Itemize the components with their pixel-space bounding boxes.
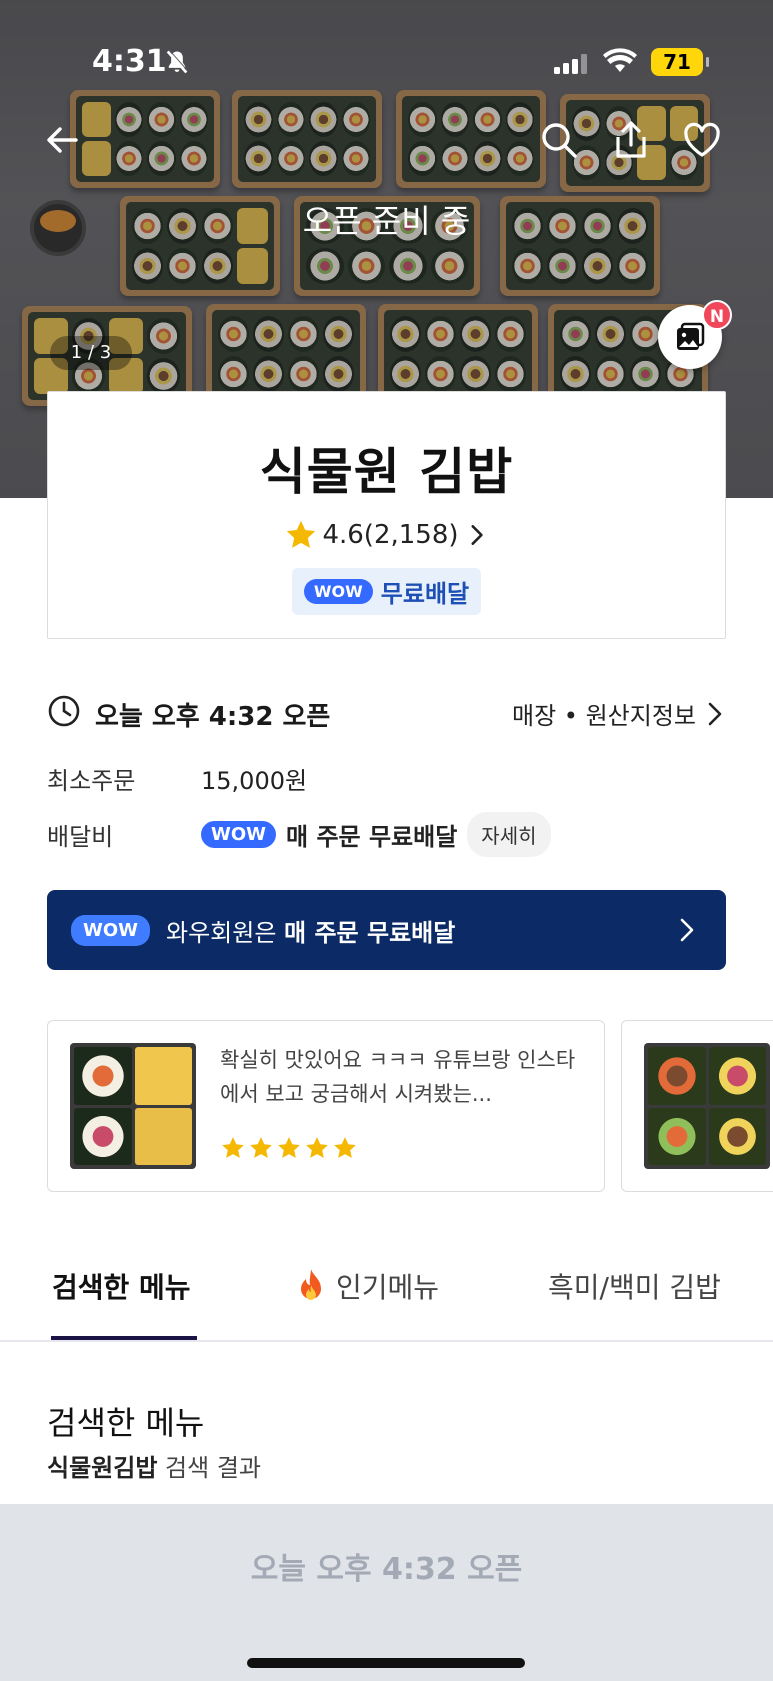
wow-membership-banner[interactable]: WOW 와우회원은 매 주문 무료배달 [47,890,726,970]
search-keyword: 식물원김밥 [47,1454,158,1482]
wow-pill: WOW [201,820,277,848]
star-icon [306,1137,328,1158]
review-photo [70,1043,196,1169]
open-time-text: 오늘 오후 4:32 오픈 [95,702,331,732]
delivery-fee-row: 배달비 WOW 매 주문 무료배달 자세히 [47,811,726,857]
min-order-row: 최소주문 15,000원 [47,758,726,798]
review-photo [644,1043,770,1169]
heart-icon[interactable] [680,118,724,162]
star-icon [222,1137,244,1158]
tab-popular-label: 인기메뉴 [336,1271,440,1304]
photo-gallery-icon [677,322,705,350]
tab-searched-menu[interactable]: 검색한 메뉴 [52,1266,191,1306]
wow-pill: WOW [71,914,151,946]
wow-pill: WOW [303,579,373,604]
chevron-right-icon [470,525,483,545]
fire-icon [301,1269,321,1300]
free-delivery-text: 무료배달 [380,580,470,608]
status-bar: 4:31 71 [0,40,773,84]
tab-popular-menu[interactable]: 인기메뉴 [294,1266,439,1306]
bottom-order-bar: 오늘 오후 4:32 오픈 [0,1504,773,1681]
share-icon[interactable] [609,118,653,162]
active-tab-indicator [51,1336,197,1340]
cellular-signal-icon [554,54,587,74]
new-badge: N [702,300,732,330]
chevron-right-icon [708,702,722,725]
star-icon [278,1137,300,1158]
star-icon [334,1137,356,1158]
top-navigation [0,118,773,168]
min-order-label: 최소주문 [47,766,136,795]
wow-banner-bold-text: 매 주문 무료배달 [284,918,456,947]
clock-icon [48,695,80,727]
store-origin-info-link[interactable]: 매장 • 원산지정보 [512,696,726,731]
search-result-caption: 식물원김밥 검색 결과 [47,1448,261,1483]
home-indicator [247,1658,525,1668]
min-order-value: 15,000원 [201,766,308,795]
star-icon [287,520,316,548]
review-card[interactable]: 확실히 맛있어요 ㅋㅋㅋ 유튜브랑 인스타에서 보고 궁금해서 시켜봤는... [47,1020,605,1192]
status-time: 4:31 [92,44,167,79]
wow-free-delivery-badge: WOW 무료배달 [291,568,482,615]
delivery-fee-detail-button[interactable]: 자세히 [467,811,551,857]
search-result-suffix: 검색 결과 [157,1454,261,1482]
rating-link[interactable]: 4.6(2,158) [48,518,725,552]
open-time-row: 오늘 오후 4:32 오픈 매장 • 원산지정보 [47,692,726,732]
bottom-open-time-button: 오늘 오후 4:32 오픈 [250,1552,523,1587]
store-origin-info-label: 매장 • 원산지정보 [512,702,696,730]
opening-status-text: 오픈 준비 중 [302,202,471,240]
delivery-fee-value: 매 주문 무료배달 [286,822,458,851]
image-counter: 1 / 3 [50,336,132,370]
chevron-right-icon [680,918,694,942]
review-stars [220,1135,358,1161]
store-name: 식물원 김밥 [259,443,514,501]
review-card[interactable] [621,1020,773,1192]
delivery-fee-label: 배달비 [47,822,114,851]
review-text: 확실히 맛있어요 ㅋㅋㅋ 유튜브랑 인스타에서 보고 궁금해서 시켜봤는... [220,1048,576,1106]
section-title: 검색한 메뉴 [47,1404,205,1442]
menu-tabs: 검색한 메뉴 인기메뉴 흑미/백미 김밥 [0,1246,773,1342]
rating-value: 4.6(2,158) [322,520,459,550]
silent-bell-icon [166,49,189,74]
wifi-icon [603,48,637,72]
wow-banner-prefix: 와우회원은 [166,918,285,947]
tab-black-white-rice-kimbap[interactable]: 흑미/백미 김밥 [548,1266,721,1306]
star-icon [250,1137,272,1158]
battery-indicator: 71 [651,48,709,76]
back-arrow-icon[interactable] [40,118,84,162]
store-header-card: 식물원 김밥 4.6(2,158) WOW 무료배달 [47,391,726,639]
search-icon[interactable] [537,118,581,162]
